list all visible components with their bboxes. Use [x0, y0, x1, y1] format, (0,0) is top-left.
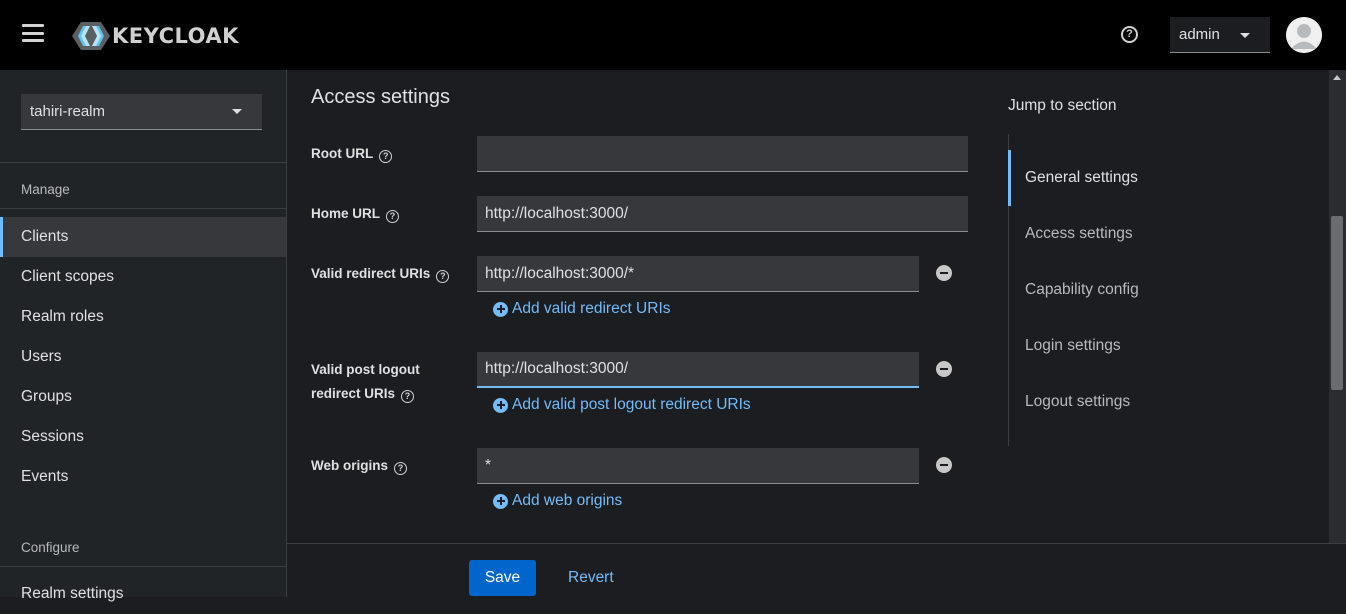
root-url-input[interactable] [477, 136, 968, 172]
caret-down-icon [1240, 33, 1250, 38]
add-redirect-label: Add valid redirect URIs [512, 300, 671, 317]
post-logout-label: Valid post logout redirect URIs? [311, 358, 420, 406]
realm-selector[interactable]: tahiri-realm [21, 94, 262, 130]
masthead: KEYCLOAK ? admin [0, 0, 1346, 70]
help-icon[interactable]: ? [1121, 26, 1138, 43]
caret-down-icon [232, 109, 242, 114]
sidebar-item-groups[interactable]: Groups [0, 377, 286, 417]
hamburger-menu-icon[interactable] [22, 24, 44, 42]
sidebar-item-sessions[interactable]: Sessions [0, 417, 286, 457]
jump-link-logout-settings[interactable]: Logout settings [1009, 374, 1209, 430]
main-content: Access settings Root URL? Home URL? Vali… [287, 70, 1329, 543]
jump-link-access-settings[interactable]: Access settings [1009, 206, 1209, 262]
home-url-label: Home URL? [311, 202, 400, 226]
valid-redirect-input[interactable] [477, 256, 919, 292]
add-post-logout-link[interactable]: Add valid post logout redirect URIs [493, 396, 751, 414]
divider [0, 162, 286, 163]
sidebar-item-realm-settings[interactable]: Realm settings [0, 574, 286, 614]
home-url-input[interactable] [477, 196, 968, 232]
web-origins-label-text: Web origins [311, 458, 389, 473]
divider [0, 208, 286, 209]
jump-link-capability-config[interactable]: Capability config [1009, 262, 1209, 318]
nav-section-configure: Configure [21, 540, 80, 555]
sidebar-item-clients[interactable]: Clients [0, 217, 286, 257]
add-redirect-link[interactable]: Add valid redirect URIs [493, 300, 671, 318]
post-logout-input[interactable] [477, 352, 919, 388]
jump-link-login-settings[interactable]: Login settings [1009, 318, 1209, 374]
realm-name: tahiri-realm [30, 103, 106, 120]
avatar[interactable] [1286, 17, 1322, 53]
add-post-logout-label: Add valid post logout redirect URIs [512, 396, 751, 413]
remove-web-origin-icon[interactable] [936, 457, 952, 473]
post-logout-label-line1: Valid post logout [311, 362, 420, 377]
valid-redirect-label-text: Valid redirect URIs [311, 266, 431, 281]
web-origins-label: Web origins? [311, 454, 408, 478]
sidebar-item-realm-roles[interactable]: Realm roles [0, 297, 286, 337]
post-logout-label-line2: redirect URIs [311, 386, 396, 401]
logo-text: KEYCLOAK [112, 24, 239, 48]
nav-section-manage: Manage [21, 182, 70, 197]
jump-to-section-list: General settings Access settings Capabil… [1008, 134, 1208, 446]
user-dropdown[interactable]: admin [1170, 17, 1270, 53]
scrollbar[interactable] [1329, 70, 1346, 543]
jump-link-general-settings[interactable]: General settings [1008, 150, 1208, 206]
help-icon[interactable]: ? [394, 462, 408, 475]
help-icon[interactable]: ? [386, 210, 400, 223]
plus-circle-icon [493, 493, 508, 509]
help-icon[interactable]: ? [436, 270, 450, 283]
add-web-origins-link[interactable]: Add web origins [493, 492, 622, 510]
plus-circle-icon [493, 301, 508, 317]
root-url-label-text: Root URL [311, 146, 374, 161]
help-icon[interactable]: ? [401, 390, 415, 403]
user-name: admin [1179, 26, 1220, 43]
divider [0, 566, 286, 567]
jump-to-section-title: Jump to section [1008, 97, 1117, 114]
save-button[interactable]: Save [469, 560, 536, 596]
scrollbar-thumb[interactable] [1331, 216, 1343, 390]
scroll-up-arrow-icon[interactable] [1333, 75, 1341, 80]
keycloak-logo-icon [72, 22, 110, 50]
sidebar-item-client-scopes[interactable]: Client scopes [0, 257, 286, 297]
keycloak-logo[interactable]: KEYCLOAK [72, 22, 239, 50]
revert-button[interactable]: Revert [551, 560, 631, 596]
home-url-label-text: Home URL [311, 206, 381, 221]
help-icon[interactable]: ? [379, 150, 393, 163]
user-avatar-icon [1286, 17, 1322, 53]
plus-circle-icon [493, 397, 508, 413]
sidebar-item-events[interactable]: Events [0, 457, 286, 497]
sidebar: tahiri-realm Manage Clients Client scope… [0, 70, 287, 602]
form-action-bar: Save Revert [287, 543, 1346, 597]
remove-redirect-icon[interactable] [936, 265, 952, 281]
valid-redirect-label: Valid redirect URIs? [311, 262, 450, 286]
remove-post-logout-icon[interactable] [936, 361, 952, 377]
web-origins-input[interactable] [477, 448, 919, 484]
add-web-origins-label: Add web origins [512, 492, 623, 509]
section-title: Access settings [311, 86, 450, 108]
root-url-label: Root URL? [311, 142, 393, 166]
sidebar-item-users[interactable]: Users [0, 337, 286, 377]
